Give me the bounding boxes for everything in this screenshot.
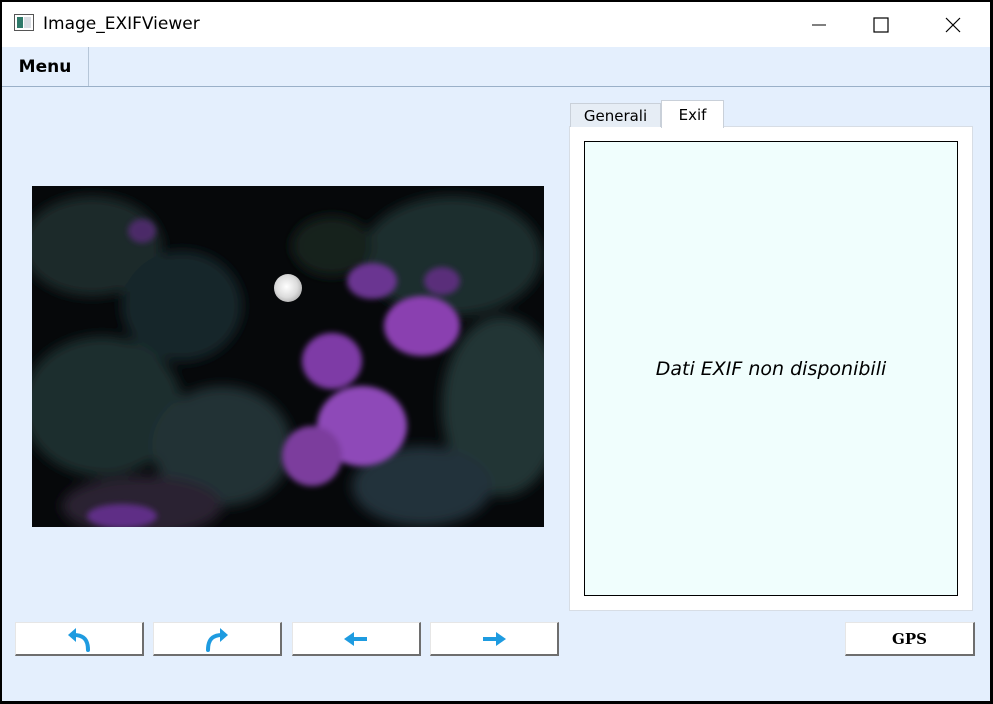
rotate-left-icon [68,627,90,652]
image-preview [32,186,544,527]
arrow-left-icon [344,631,367,646]
menu-bar: Menu [2,47,990,87]
maximize-icon [873,16,889,33]
rotate-right-icon [206,627,228,652]
title-bar[interactable]: Image_EXIFViewer [2,2,990,47]
menu-button[interactable]: Menu [2,47,89,86]
previous-image-button[interactable] [292,622,421,656]
gps-button[interactable]: GPS [845,622,975,656]
night-flowers-photo [32,186,544,527]
arrow-right-icon [483,631,506,646]
rotate-left-button[interactable] [15,622,144,656]
rotate-right-button[interactable] [153,622,282,656]
maximize-button[interactable] [858,2,904,47]
tab-exif[interactable]: Exif [661,100,724,128]
exif-data-box: Dati EXIF non disponibili [584,141,958,596]
tab-generali[interactable]: Generali [570,103,661,127]
minimize-button[interactable] [796,2,842,47]
close-button[interactable] [930,2,976,47]
minimize-icon [812,24,826,25]
next-image-button[interactable] [430,622,559,656]
window-title: Image_EXIFViewer [43,14,200,34]
exif-unavailable-message: Dati EXIF non disponibili [655,357,887,380]
app-window: Image_EXIFViewer Menu Generali Exif Dati… [2,2,990,701]
app-icon [14,14,34,31]
close-icon [945,17,961,32]
